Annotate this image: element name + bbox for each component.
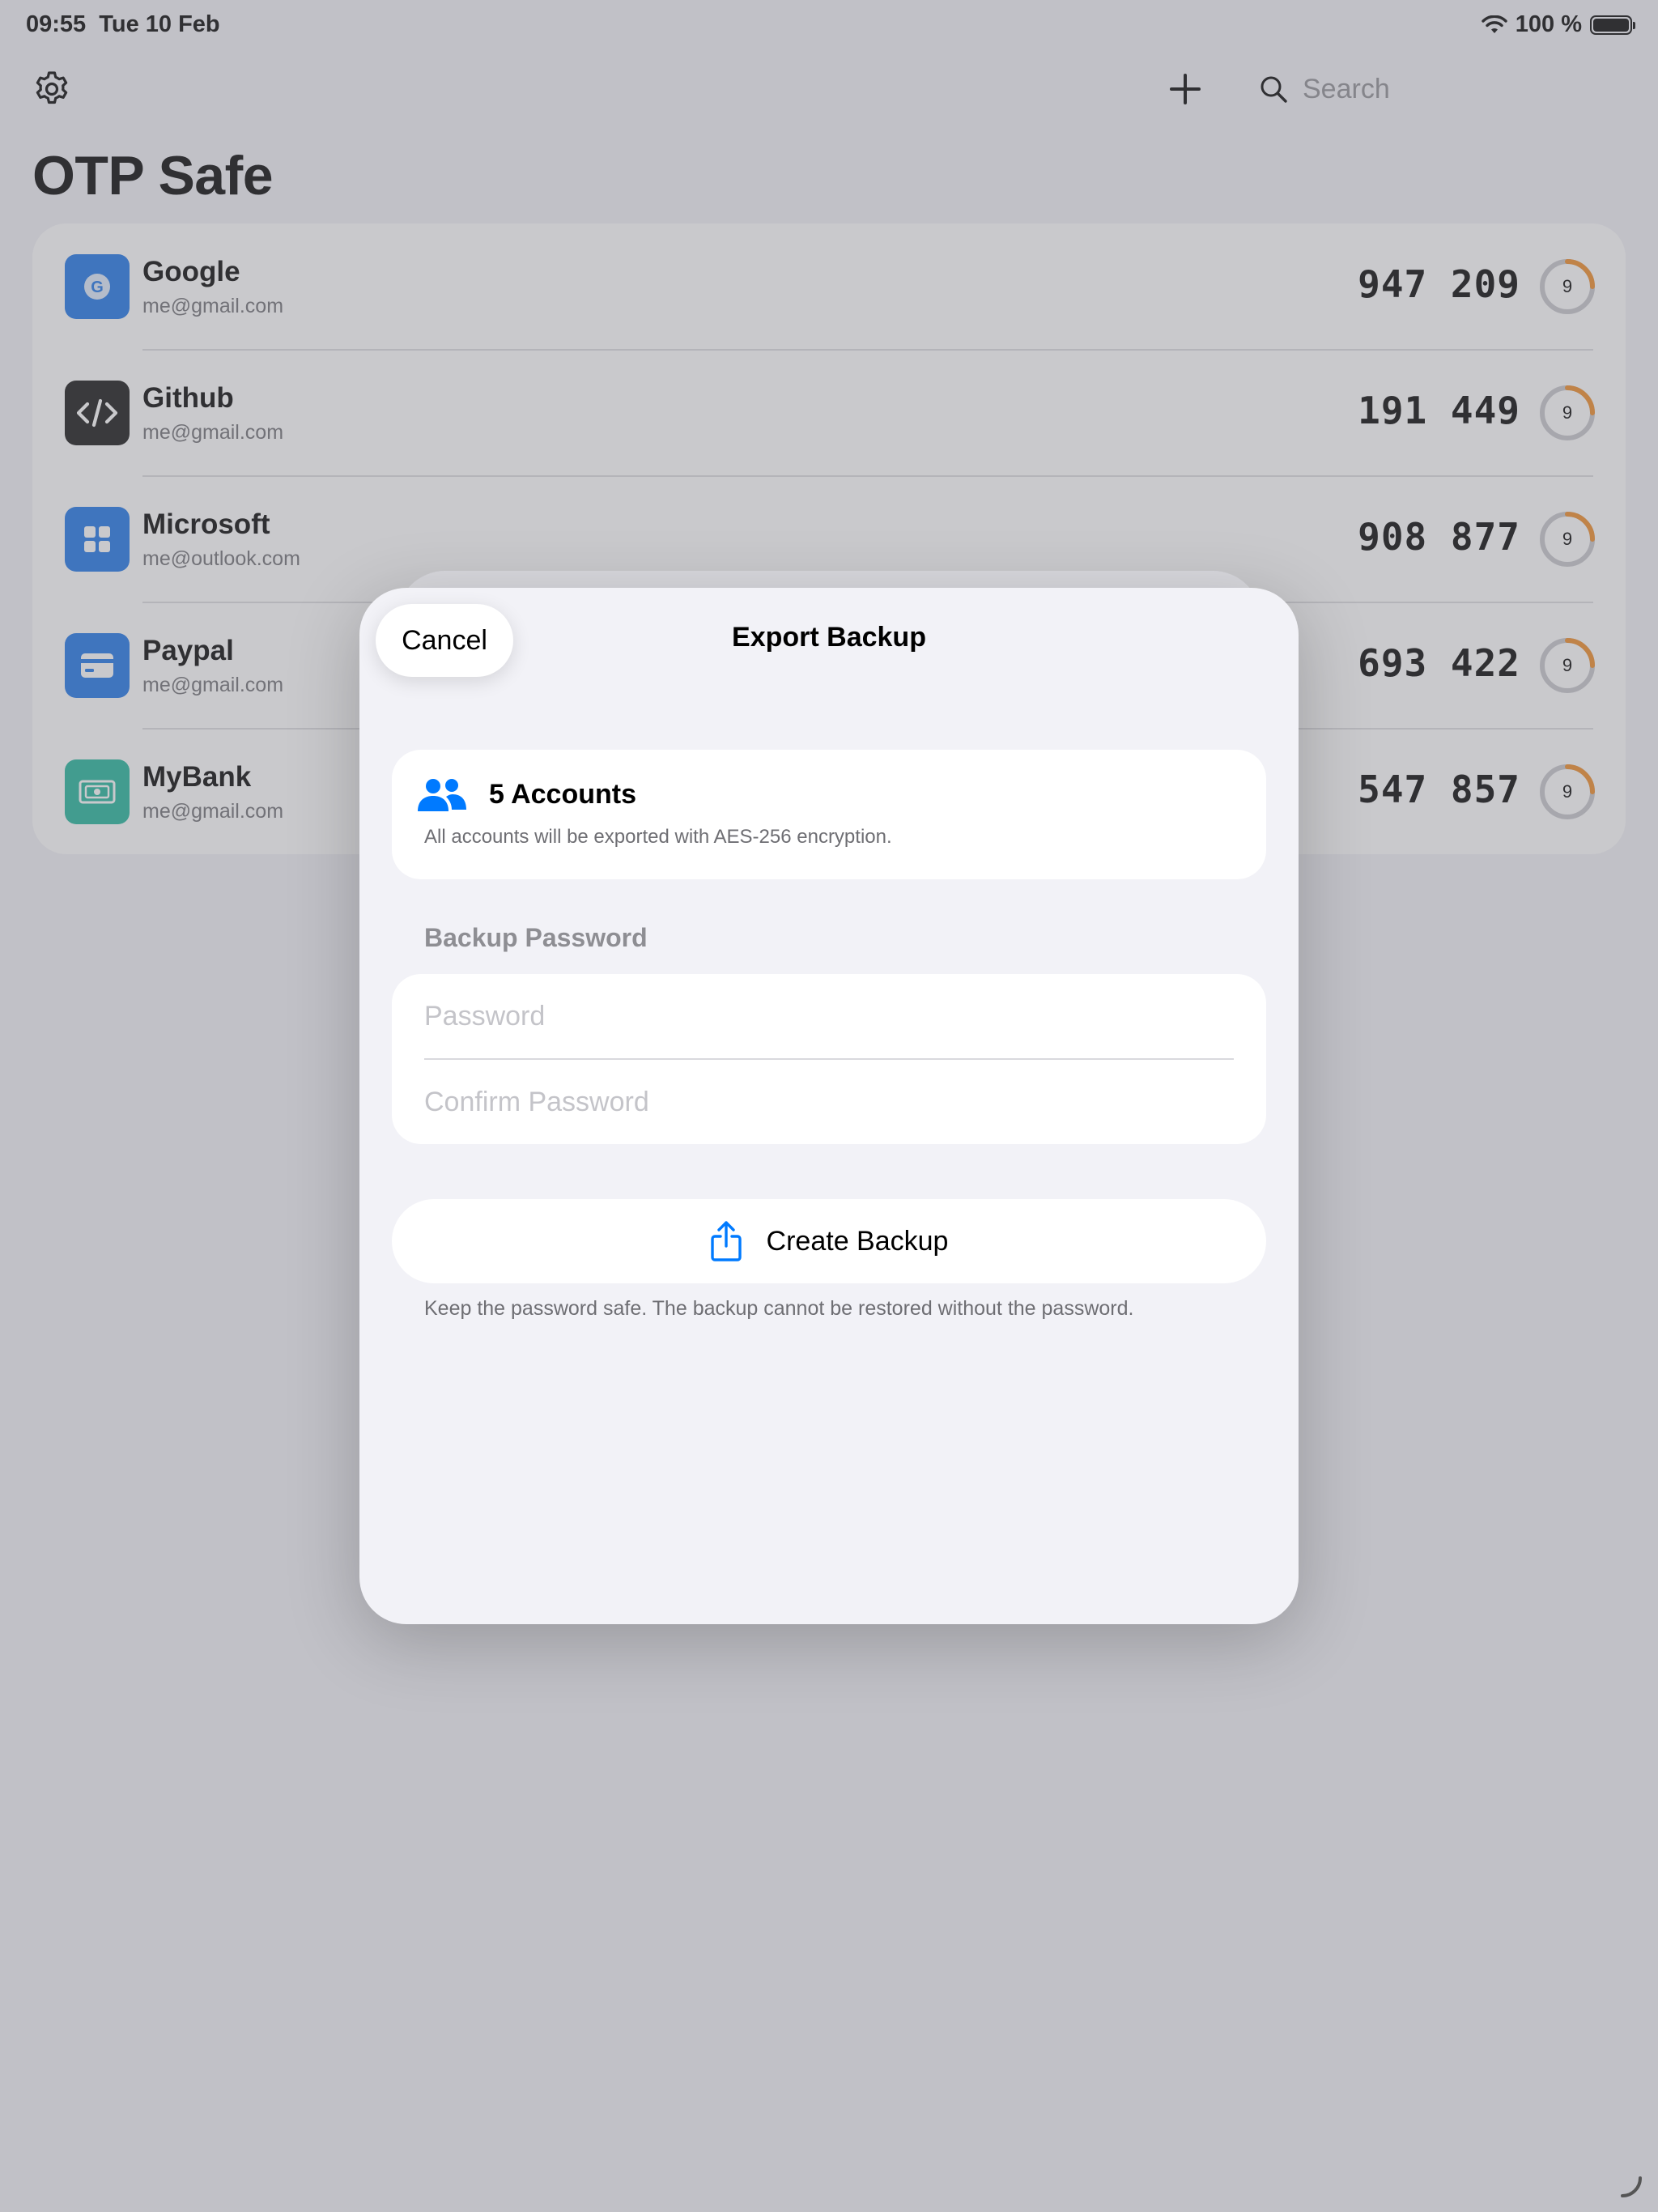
create-backup-label: Create Backup — [766, 1225, 949, 1257]
resize-handle-icon[interactable] — [1619, 2175, 1643, 2199]
create-backup-button[interactable]: Create Backup — [392, 1199, 1266, 1283]
people-icon — [418, 779, 466, 811]
backup-footnote: Keep the password safe. The backup canno… — [424, 1297, 1134, 1320]
sheet-title: Export Backup — [732, 622, 926, 653]
share-icon — [710, 1221, 742, 1261]
export-backup-sheet: Cancel Export Backup 5 Accounts All acco… — [359, 588, 1299, 1624]
backup-password-label: Backup Password — [424, 923, 648, 952]
accounts-summary-card: 5 Accounts All accounts will be exported… — [392, 750, 1266, 879]
password-field[interactable] — [424, 974, 1234, 1058]
encryption-note: All accounts will be exported with AES-2… — [424, 826, 892, 848]
accounts-count: 5 Accounts — [489, 779, 637, 810]
confirm-password-field[interactable] — [424, 1060, 1234, 1144]
password-card — [392, 974, 1266, 1144]
